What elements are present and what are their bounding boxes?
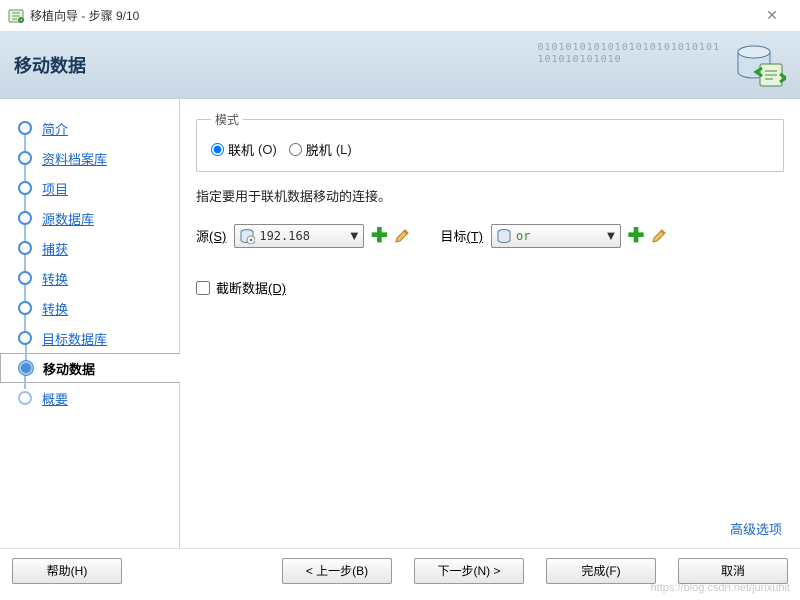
sidebar-item-label: 移动数据: [43, 359, 95, 378]
sidebar-item-6[interactable]: 转换: [0, 293, 179, 323]
sidebar-item-label: 概要: [42, 389, 68, 408]
content: 简介资料档案库项目源数据库捕获 转换转换目标数据库移动数据概要 模式 联机(O)…: [0, 98, 800, 548]
step-bullet-icon: [18, 121, 32, 135]
sidebar-item-3[interactable]: 源数据库: [0, 203, 179, 233]
target-value: or: [516, 229, 604, 243]
target-label: 目标(T): [440, 226, 483, 245]
step-bullet-icon: [18, 301, 32, 315]
step-bullet-icon: [18, 391, 32, 405]
sidebar-item-label: 目标数据库: [42, 329, 107, 348]
close-icon[interactable]: ✕: [752, 7, 792, 24]
sidebar-item-label: 简介: [42, 119, 68, 138]
step-bullet-icon: [18, 271, 32, 285]
titlebar: 移植向导 - 步骤 9/10 ✕: [0, 0, 800, 32]
database-transfer-icon: [732, 38, 786, 92]
sidebar-item-9[interactable]: 概要: [0, 383, 179, 413]
banner-title: 移动数据: [14, 52, 86, 78]
sidebar-item-0[interactable]: 简介: [0, 113, 179, 143]
app-icon: [8, 8, 24, 24]
connection-row: 源(S) 192.168 ▼ ✚ 目标(T) or ▼ ✚: [196, 223, 784, 248]
source-value: 192.168: [259, 229, 347, 243]
sidebar: 简介资料档案库项目源数据库捕获 转换转换目标数据库移动数据概要: [0, 99, 180, 548]
add-target-button[interactable]: ✚: [627, 223, 645, 248]
mode-offline[interactable]: 脱机 (L): [289, 140, 352, 159]
chevron-down-icon: ▼: [347, 228, 361, 243]
instruction-text: 指定要用于联机数据移动的连接。: [196, 186, 784, 205]
truncate-checkbox[interactable]: [196, 281, 210, 295]
mode-fieldset: 模式 联机 (O) 脱机 (L): [196, 111, 784, 172]
chevron-down-icon: ▼: [604, 228, 618, 243]
mode-offline-radio[interactable]: [289, 143, 302, 156]
main-panel: 模式 联机 (O) 脱机 (L) 指定要用于联机数据移动的连接。 源(S) 192.…: [180, 99, 800, 548]
mode-radio-row: 联机 (O) 脱机 (L): [211, 140, 769, 159]
sidebar-item-5[interactable]: 转换: [0, 263, 179, 293]
source-dropdown[interactable]: 192.168 ▼: [234, 224, 364, 248]
step-bullet-icon: [18, 331, 32, 345]
banner-pattern: 01010101010101010101010101101010101010: [537, 42, 720, 66]
sidebar-item-label: 资料档案库: [42, 149, 107, 168]
target-dropdown[interactable]: or ▼: [491, 224, 621, 248]
finish-button[interactable]: 完成(F): [546, 558, 656, 584]
sidebar-item-4[interactable]: 捕获: [0, 233, 179, 263]
add-source-button[interactable]: ✚: [370, 223, 388, 248]
advanced-options-link[interactable]: 高级选项: [730, 519, 782, 538]
sidebar-item-label: 源数据库: [42, 209, 94, 228]
mode-offline-label: 脱机: [306, 140, 332, 159]
sidebar-item-label: 转换: [42, 269, 68, 288]
source-label: 源(S): [196, 226, 226, 245]
footer: 帮助(H) < 上一步(B) 下一步(N) > 完成(F) 取消: [0, 548, 800, 592]
source-db-icon: [239, 228, 255, 244]
mode-online-mnemo: (O): [258, 142, 277, 157]
step-bullet-icon: [19, 361, 33, 375]
step-bullet-icon: [18, 151, 32, 165]
mode-online-radio[interactable]: [211, 143, 224, 156]
sidebar-item-label: 转换: [42, 299, 68, 318]
back-button[interactable]: < 上一步(B): [282, 558, 392, 584]
step-bullet-icon: [18, 211, 32, 225]
mode-online-label: 联机: [228, 140, 254, 159]
mode-offline-mnemo: (L): [336, 142, 352, 157]
sidebar-item-1[interactable]: 资料档案库: [0, 143, 179, 173]
truncate-row[interactable]: 截断数据(D): [196, 278, 784, 297]
edit-target-button[interactable]: [651, 228, 667, 244]
target-db-icon: [496, 228, 512, 244]
sidebar-item-2[interactable]: 项目: [0, 173, 179, 203]
truncate-label: 截断数据(D): [216, 278, 286, 297]
sidebar-item-label: 项目: [42, 179, 68, 198]
help-button[interactable]: 帮助(H): [12, 558, 122, 584]
step-bullet-icon: [18, 181, 32, 195]
sidebar-item-8: 移动数据: [0, 353, 180, 383]
banner: 移动数据 01010101010101010101010101101010101…: [0, 32, 800, 98]
window-title: 移植向导 - 步骤 9/10: [30, 7, 752, 24]
mode-legend: 模式: [211, 111, 243, 128]
cancel-button[interactable]: 取消: [678, 558, 788, 584]
step-bullet-icon: [18, 241, 32, 255]
next-button[interactable]: 下一步(N) >: [414, 558, 524, 584]
mode-online[interactable]: 联机 (O): [211, 140, 277, 159]
sidebar-item-label: 捕获: [42, 239, 68, 258]
edit-source-button[interactable]: [394, 228, 410, 244]
